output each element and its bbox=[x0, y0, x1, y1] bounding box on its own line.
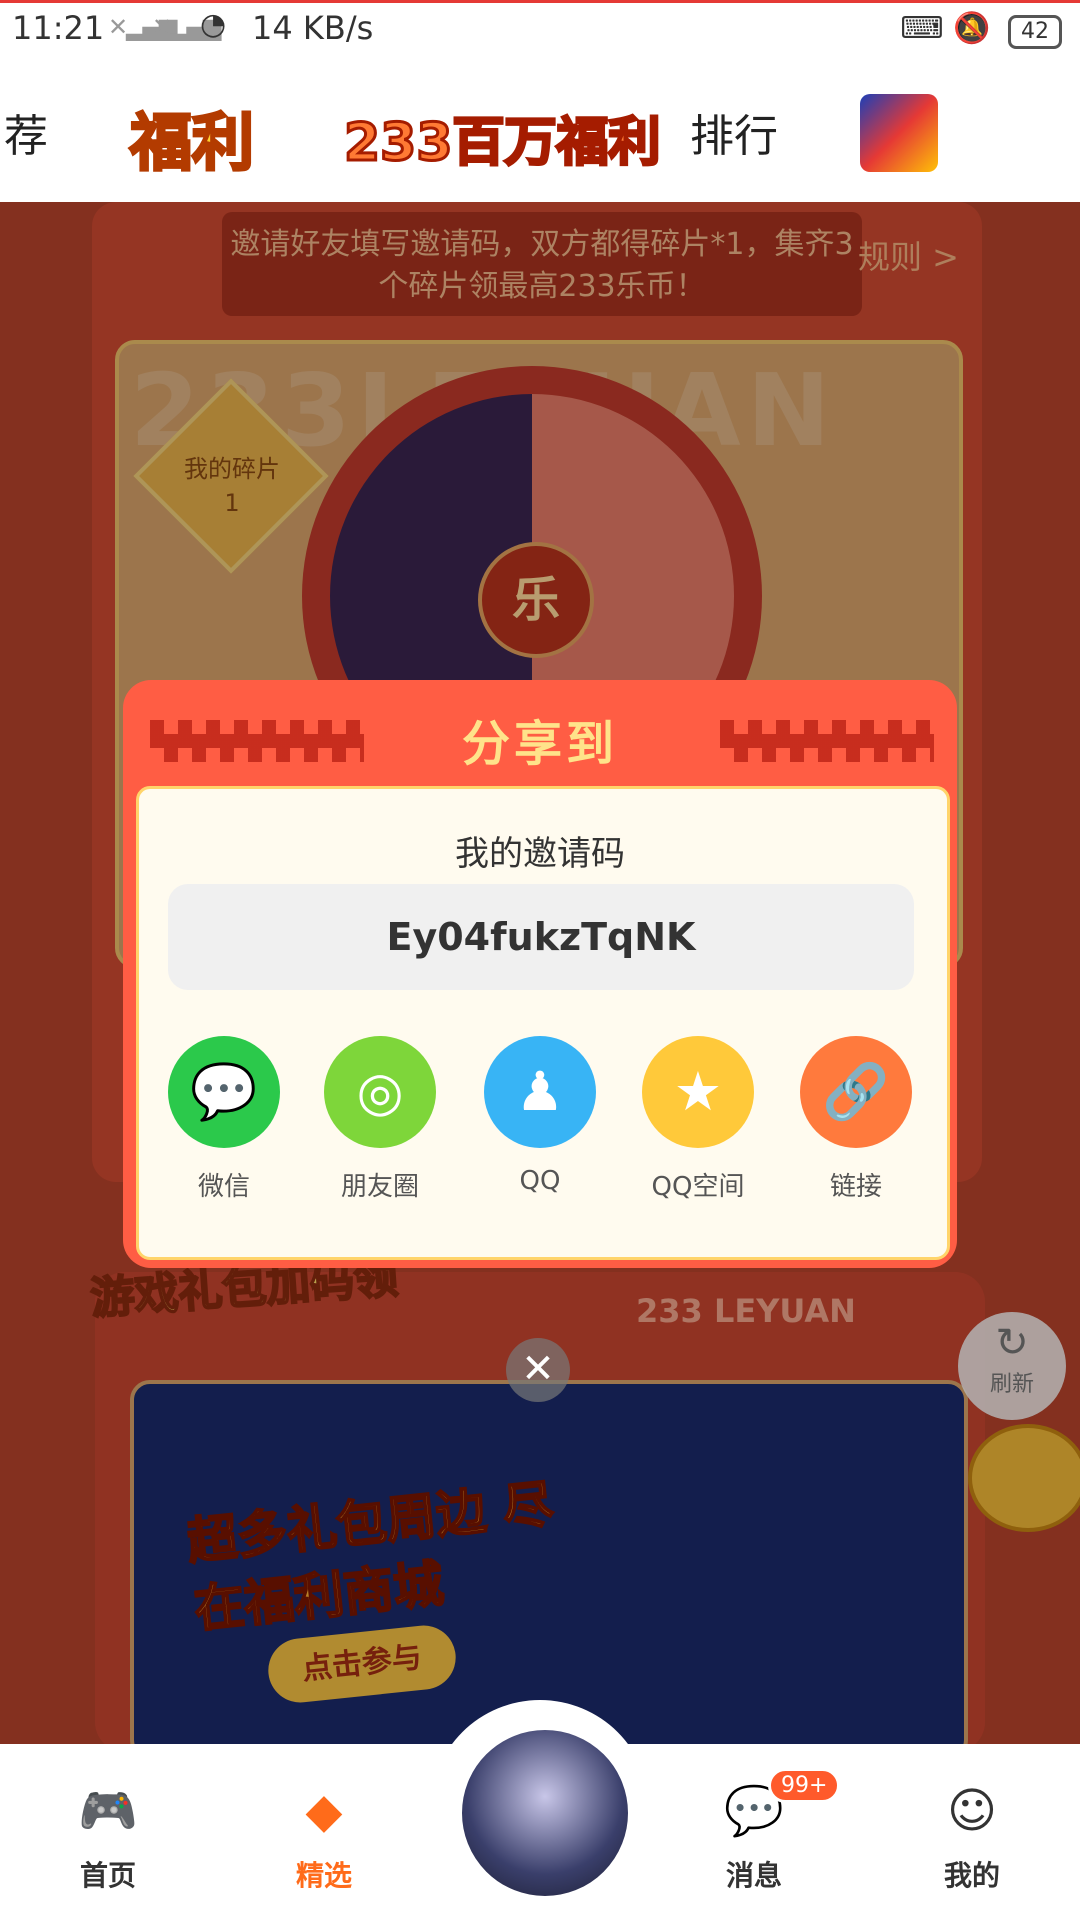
refresh-icon: ↻ bbox=[995, 1320, 1029, 1366]
refresh-label: 刷新 bbox=[989, 1372, 1034, 1397]
nav-mine[interactable]: 我的 bbox=[902, 1854, 1042, 1894]
nav-home[interactable]: 首页 bbox=[38, 1854, 178, 1894]
avatar[interactable] bbox=[458, 1726, 632, 1900]
invite-code[interactable]: Ey04fukzTqNK bbox=[168, 884, 914, 990]
invite-code-label: 我的邀请码 bbox=[455, 834, 625, 874]
top-tab-bar: 荐 福利 233百万福利 排行 bbox=[0, 52, 1080, 203]
share-wechat-label: 微信 bbox=[197, 1172, 250, 1202]
share-qq-label: QQ bbox=[519, 1166, 561, 1196]
share-link-label: 链接 bbox=[829, 1172, 882, 1202]
wifi-icon: ◔ bbox=[200, 7, 227, 42]
status-time: 11:21 bbox=[12, 9, 105, 47]
tab-game-icon[interactable] bbox=[860, 94, 938, 172]
checker-decoration bbox=[720, 734, 934, 762]
status-bar: 11:21 ✕▂▄▆ ✕▂▄▆ ◔ 14 KB/s ⌨ 🔕 42 bbox=[0, 0, 1080, 55]
status-right-icons: ⌨ 🔕 42 bbox=[900, 11, 1062, 49]
share-link-button[interactable]: 🔗 bbox=[800, 1036, 912, 1148]
wechat-icon: 💬 bbox=[190, 1060, 258, 1123]
link-icon: 🔗 bbox=[822, 1060, 890, 1123]
message-badge: 99+ bbox=[768, 1768, 841, 1803]
qq-icon: ♟ bbox=[515, 1060, 565, 1123]
featured-icon[interactable]: ◆ bbox=[288, 1776, 360, 1848]
smiley-icon[interactable]: ☺ bbox=[936, 1776, 1008, 1848]
share-moments-button[interactable]: ◎ bbox=[324, 1036, 436, 1148]
refresh-button[interactable]: ↻ 刷新 bbox=[958, 1312, 1066, 1420]
close-icon: ✕ bbox=[521, 1346, 555, 1392]
close-dialog-button[interactable]: ✕ bbox=[506, 1338, 570, 1402]
battery-icon: 42 bbox=[1008, 15, 1062, 49]
nav-featured[interactable]: 精选 bbox=[254, 1854, 394, 1894]
gamepad-icon: ⌨ bbox=[900, 11, 944, 46]
tab-welfare[interactable]: 福利 bbox=[128, 92, 255, 182]
share-moments-label: 朋友圈 bbox=[340, 1172, 419, 1202]
tab-recommend[interactable]: 荐 bbox=[4, 100, 48, 164]
share-qzone-button[interactable]: ★ bbox=[642, 1036, 754, 1148]
vibrate-icon: 🔕 bbox=[953, 11, 991, 46]
checker-decoration bbox=[150, 734, 364, 762]
share-qq-button[interactable]: ♟ bbox=[484, 1036, 596, 1148]
gamepad-icon[interactable]: 🎮 bbox=[72, 1776, 144, 1848]
qzone-icon: ★ bbox=[673, 1060, 723, 1123]
net-speed: 14 KB/s bbox=[252, 9, 374, 47]
share-wechat-button[interactable]: 💬 bbox=[168, 1036, 280, 1148]
tab-233-welfare[interactable]: 233百万福利 bbox=[343, 100, 663, 175]
moments-icon: ◎ bbox=[356, 1060, 404, 1123]
share-dialog-title: 分享到 bbox=[461, 716, 618, 772]
nav-messages[interactable]: 消息 bbox=[684, 1854, 824, 1894]
share-qzone-label: QQ空间 bbox=[651, 1172, 745, 1202]
tab-ranking[interactable]: 排行 bbox=[690, 100, 778, 164]
